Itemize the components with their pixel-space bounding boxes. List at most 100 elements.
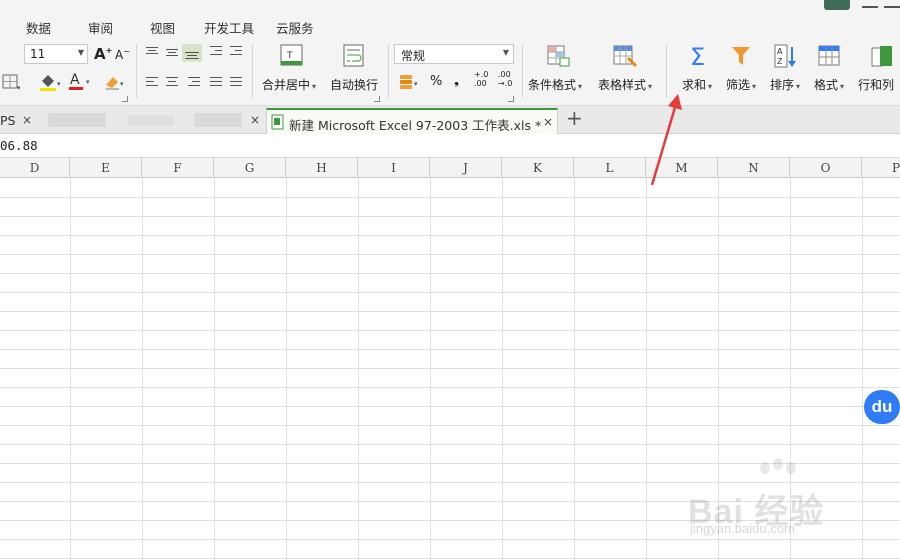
menu-tab-view[interactable]: 视图	[150, 18, 175, 37]
formula-value: 06.88	[0, 138, 38, 153]
percent-button[interactable]: %	[430, 74, 442, 89]
column-gridline	[502, 178, 503, 560]
close-icon[interactable]: ×	[250, 113, 260, 127]
menu-tab-data[interactable]: 数据	[26, 18, 51, 37]
wrap-text-icon[interactable]	[342, 44, 366, 71]
column-header-n[interactable]: N	[718, 158, 790, 178]
excel-file-icon	[271, 114, 285, 133]
row-gridline	[0, 444, 900, 445]
rows-columns-icon[interactable]	[870, 44, 896, 71]
conditional-format-icon[interactable]	[546, 44, 572, 71]
format-button[interactable]: 格式 ▾	[814, 76, 844, 93]
svg-text:▾: ▾	[414, 80, 418, 88]
tab-wps-label: PS	[0, 113, 16, 128]
filter-button[interactable]: 筛选 ▾	[726, 76, 756, 93]
column-header-h[interactable]: H	[286, 158, 358, 178]
align-middle-icon[interactable]	[164, 45, 180, 59]
fill-color-icon[interactable]: ▾	[38, 72, 64, 95]
watermark-paw	[773, 458, 783, 470]
align-left-icon[interactable]	[144, 76, 160, 90]
conditional-format-button[interactable]: 条件格式 ▾	[528, 76, 582, 93]
column-header-o[interactable]: O	[790, 158, 862, 178]
clear-format-icon[interactable]: ▾	[102, 72, 128, 95]
align-right-icon[interactable]	[186, 76, 202, 90]
tab-wps[interactable]: PS ×	[0, 108, 42, 134]
justify-icon[interactable]	[208, 76, 224, 90]
close-icon[interactable]: ×	[543, 115, 553, 129]
sum-icon[interactable]: Σ	[688, 43, 712, 71]
menu-bar: 数据 审阅 视图 开发工具 云服务	[0, 10, 900, 40]
svg-text:▾: ▾	[17, 84, 20, 90]
watermark-paw	[760, 462, 770, 474]
increase-decimal-button[interactable]: +.0 .00	[474, 70, 488, 88]
column-header-d[interactable]: D	[0, 158, 70, 178]
column-header-g[interactable]: G	[214, 158, 286, 178]
distributed-align-icon[interactable]	[228, 76, 244, 90]
font-dialog-launcher[interactable]	[122, 96, 128, 102]
formula-bar[interactable]: 06.88	[0, 134, 900, 158]
column-header-e[interactable]: E	[70, 158, 142, 178]
svg-text:A: A	[777, 47, 783, 56]
tab-active-document[interactable]: 新建 Microsoft Excel 97-2003 工作表.xls * ×	[266, 108, 558, 134]
sort-button[interactable]: 排序 ▾	[770, 76, 800, 93]
red-arrow-annotation	[650, 94, 682, 186]
menu-tab-cloud[interactable]: 云服务	[276, 18, 314, 37]
separator	[252, 44, 253, 98]
decrease-decimal-button[interactable]: .00 →.0	[498, 70, 512, 88]
new-tab-button[interactable]: +	[566, 106, 583, 130]
currency-format-icon[interactable]: ▾	[398, 72, 422, 95]
alignment-dialog-launcher[interactable]	[374, 96, 380, 102]
minimize-icon[interactable]	[862, 0, 878, 8]
column-header-p[interactable]: P	[862, 158, 900, 178]
wrap-text-button[interactable]: 自动换行	[330, 76, 378, 93]
svg-text:T: T	[286, 51, 293, 61]
border-icon[interactable]: ▾	[2, 74, 21, 93]
column-header-j[interactable]: J	[430, 158, 502, 178]
merge-center-icon[interactable]: T	[280, 44, 304, 71]
thousands-button[interactable]: ❟	[454, 73, 459, 88]
shrink-font-letter: A	[115, 48, 124, 62]
grow-font-button[interactable]: A+	[94, 45, 112, 63]
font-color-letter: A	[70, 72, 80, 88]
column-header-f[interactable]: F	[142, 158, 214, 178]
column-gridline	[142, 178, 143, 560]
shrink-font-button[interactable]: A−	[115, 47, 130, 62]
user-avatar[interactable]	[824, 0, 850, 10]
align-center-icon[interactable]	[164, 76, 180, 90]
increase-indent-icon[interactable]	[228, 45, 244, 59]
du-badge[interactable]: du	[864, 390, 900, 424]
wps-spreadsheet-window: 数据 审阅 视图 开发工具 云服务 11 ▼ A+ A− ▾ ▾ A ▾ ▾ T…	[0, 0, 900, 560]
align-top-icon[interactable]	[144, 45, 160, 59]
row-gridline	[0, 539, 900, 540]
rows-columns-button[interactable]: 行和列	[858, 76, 894, 93]
watermark-paw	[786, 462, 796, 474]
decrease-indent-icon[interactable]	[208, 45, 224, 59]
align-bottom-icon[interactable]	[182, 44, 202, 62]
format-icon[interactable]	[818, 44, 842, 71]
row-gridline	[0, 292, 900, 293]
font-color-icon[interactable]: A ▾	[68, 70, 94, 95]
sort-icon[interactable]: AZ	[774, 44, 798, 73]
column-header-i[interactable]: I	[358, 158, 430, 178]
filter-icon[interactable]	[730, 44, 754, 71]
svg-text:▾: ▾	[57, 80, 61, 88]
column-header-l[interactable]: L	[574, 158, 646, 178]
row-gridline	[0, 273, 900, 274]
menu-tab-review[interactable]: 审阅	[88, 18, 113, 37]
column-gridline	[214, 178, 215, 560]
svg-text:Σ: Σ	[690, 44, 705, 68]
menu-tab-developer[interactable]: 开发工具	[204, 18, 254, 37]
number-format-value: 常规	[401, 49, 426, 63]
table-style-icon[interactable]	[612, 44, 638, 71]
tab-blurred-document[interactable]: ×	[44, 108, 266, 134]
blurred-text	[128, 115, 174, 126]
font-size-select[interactable]: 11 ▼	[24, 44, 88, 64]
number-format-select[interactable]: 常规 ▼	[394, 44, 514, 64]
column-gridline	[862, 178, 863, 560]
restore-icon[interactable]	[884, 0, 900, 8]
separator	[388, 44, 389, 98]
close-icon[interactable]: ×	[22, 113, 32, 127]
merge-center-button[interactable]: 合并居中 ▾	[262, 76, 316, 93]
column-header-k[interactable]: K	[502, 158, 574, 178]
number-dialog-launcher[interactable]	[508, 96, 514, 102]
